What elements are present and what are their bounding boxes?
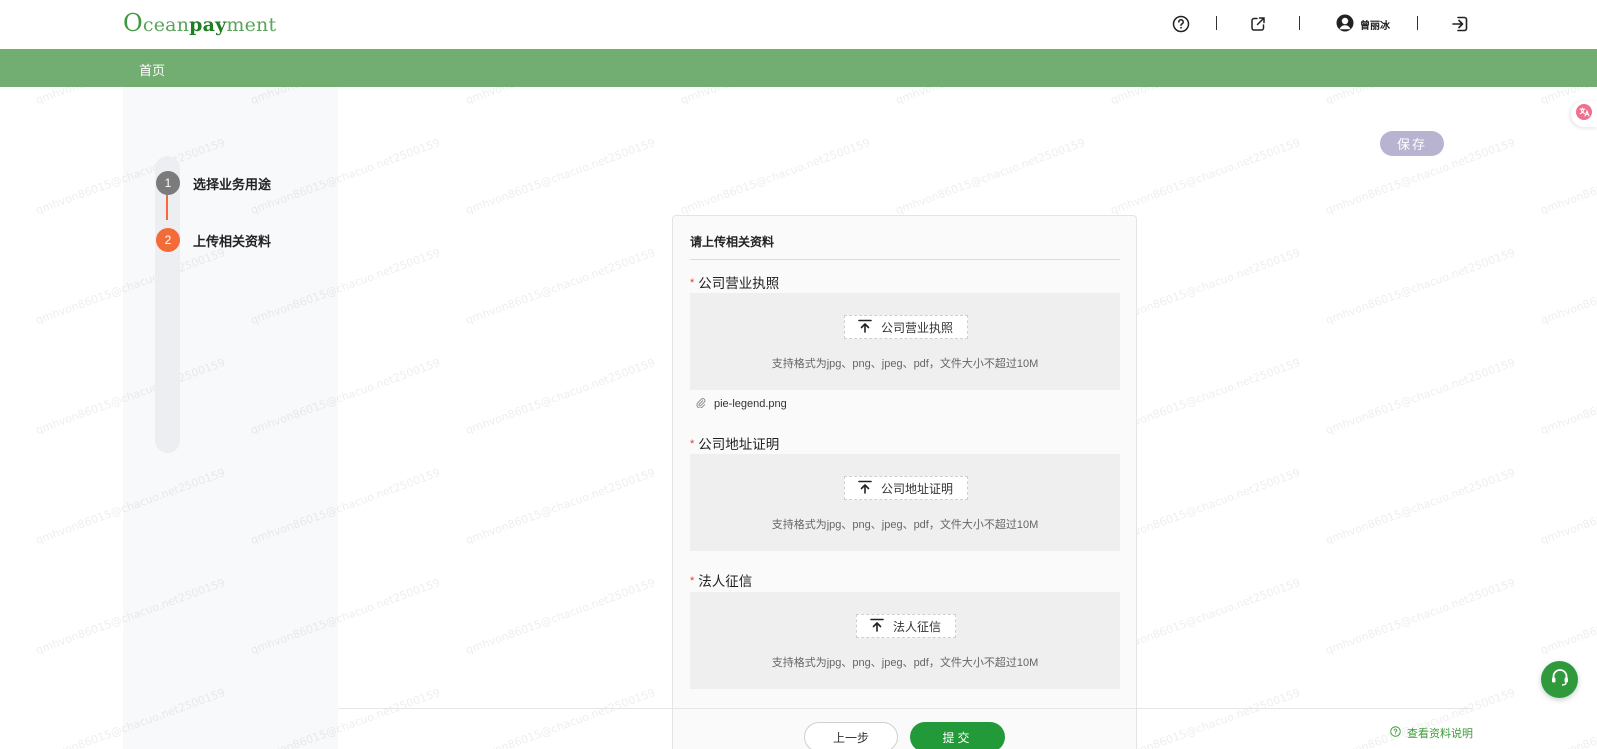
upload-button-legal-credit[interactable]: 法人征信 bbox=[856, 614, 957, 638]
upload-button-address-proof[interactable]: 公司地址证明 bbox=[844, 476, 969, 500]
top-header: Oceanpayment 曾丽冰 bbox=[0, 0, 1597, 49]
help-icon[interactable] bbox=[1170, 13, 1192, 35]
upload-icon bbox=[857, 318, 873, 337]
step-connector bbox=[166, 195, 168, 220]
upload-card: 请上传相关资料 * 公司营业执照 公司营业执照 支持格式为jpg、png、jpeg… bbox=[672, 215, 1137, 749]
step-label: 选择业务用途 bbox=[193, 176, 272, 192]
watermark-text: qmhvon86015@chacuo.net2500159 bbox=[1108, 136, 1302, 217]
field-label-legal-credit: * 法人征信 bbox=[690, 574, 753, 589]
oceanpayment-logo[interactable]: Oceanpayment bbox=[123, 9, 276, 37]
footer-divider bbox=[338, 708, 1473, 709]
main-nav: 首页 bbox=[0, 49, 1597, 87]
watermark-text: qmhvon86015@chacuo.net2500159 bbox=[463, 356, 657, 437]
view-docs-link[interactable]: 查看资料说明 bbox=[1390, 725, 1473, 741]
required-mark: * bbox=[690, 277, 695, 289]
nav-home[interactable]: 首页 bbox=[139, 60, 165, 79]
question-circle-icon bbox=[1390, 726, 1401, 740]
header-divider bbox=[1417, 16, 1418, 30]
step-1[interactable]: 1 选择业务用途 bbox=[156, 171, 271, 195]
watermark-text: qmhvon86015@chacuo.net2500159 bbox=[1538, 136, 1597, 217]
logout-icon[interactable] bbox=[1449, 13, 1471, 35]
user-menu[interactable]: 曾丽冰 bbox=[1336, 14, 1390, 35]
upload-icon bbox=[857, 479, 873, 498]
external-link-icon[interactable] bbox=[1247, 13, 1269, 35]
upload-hint: 支持格式为jpg、png、jpeg、pdf，文件大小不超过10M bbox=[771, 358, 1039, 370]
upload-hint: 支持格式为jpg、png、jpeg、pdf，文件大小不超过10M bbox=[771, 519, 1039, 531]
translate-icon bbox=[1575, 103, 1593, 126]
translate-tab[interactable] bbox=[1571, 101, 1597, 127]
watermark-text: qmhvon86015@chacuo.net2500159 bbox=[893, 136, 1087, 217]
watermark-text: qmhvon86015@chacuo.net2500159 bbox=[1323, 466, 1517, 547]
support-chat-button[interactable] bbox=[1541, 661, 1578, 698]
watermark-text: qmhvon86015@chacuo.net2500159 bbox=[678, 136, 872, 217]
watermark-text: qmhvon86015@chacuo.net2500159 bbox=[1108, 246, 1302, 327]
header-divider bbox=[1299, 16, 1300, 30]
watermark-text: qmhvon86015@chacuo.net2500159 bbox=[463, 136, 657, 217]
step-2[interactable]: 2 上传相关资料 bbox=[156, 228, 271, 252]
file-name: pie-legend.png bbox=[714, 398, 787, 410]
watermark-text: qmhvon86015@chacuo.net2500159 bbox=[463, 466, 657, 547]
card-divider bbox=[690, 259, 1120, 260]
watermark-text: qmhvon86015@chacuo.net2500159 bbox=[1323, 246, 1517, 327]
watermark-text: qmhvon86015@chacuo.net2500159 bbox=[1323, 576, 1517, 657]
watermark-text: qmhvon86015@chacuo.net2500159 bbox=[463, 686, 657, 749]
uploaded-file[interactable]: pie-legend.png bbox=[695, 397, 787, 411]
prev-step-button[interactable]: 上一步 bbox=[804, 722, 898, 749]
required-mark: * bbox=[690, 438, 695, 450]
watermark-text: qmhvon86015@chacuo.net2500159 bbox=[1538, 466, 1597, 547]
watermark-text: qmhvon86015@chacuo.net2500159 bbox=[463, 576, 657, 657]
step-number: 1 bbox=[156, 171, 180, 195]
save-button[interactable]: 保存 bbox=[1380, 131, 1444, 156]
watermark-text: qmhvon86015@chacuo.net2500159 bbox=[1538, 576, 1597, 657]
upload-icon bbox=[869, 617, 885, 636]
headset-icon bbox=[1549, 666, 1571, 693]
watermark-text: qmhvon86015@chacuo.net2500159 bbox=[1108, 576, 1302, 657]
field-label-address-proof: * 公司地址证明 bbox=[690, 437, 780, 452]
step-label: 上传相关资料 bbox=[193, 233, 272, 249]
avatar-icon bbox=[1336, 14, 1354, 35]
upload-zone-business-license[interactable]: 公司营业执照 支持格式为jpg、png、jpeg、pdf，文件大小不超过10M bbox=[690, 293, 1120, 390]
watermark-text: qmhvon86015@chacuo.net2500159 bbox=[1108, 686, 1302, 749]
required-mark: * bbox=[690, 575, 695, 587]
watermark-text: qmhvon86015@chacuo.net2500159 bbox=[1538, 356, 1597, 437]
watermark-text: qmhvon86015@chacuo.net2500159 bbox=[1323, 356, 1517, 437]
user-name: 曾丽冰 bbox=[1360, 21, 1390, 32]
paperclip-icon bbox=[695, 397, 706, 411]
watermark-text: qmhvon86015@chacuo.net2500159 bbox=[1538, 246, 1597, 327]
card-title: 请上传相关资料 bbox=[690, 235, 775, 249]
upload-button-business-license[interactable]: 公司营业执照 bbox=[844, 315, 969, 339]
field-label-business-license: * 公司营业执照 bbox=[690, 276, 780, 291]
upload-zone-legal-credit[interactable]: 法人征信 支持格式为jpg、png、jpeg、pdf，文件大小不超过10M bbox=[690, 592, 1120, 689]
submit-button[interactable]: 提交 bbox=[910, 722, 1005, 749]
step-number: 2 bbox=[156, 228, 180, 252]
upload-hint: 支持格式为jpg、png、jpeg、pdf，文件大小不超过10M bbox=[771, 657, 1039, 669]
upload-zone-address-proof[interactable]: 公司地址证明 支持格式为jpg、png、jpeg、pdf，文件大小不超过10M bbox=[690, 454, 1120, 551]
watermark-text: qmhvon86015@chacuo.net2500159 bbox=[463, 246, 657, 327]
watermark-text: qmhvon86015@chacuo.net2500159 bbox=[1108, 356, 1302, 437]
header-divider bbox=[1216, 16, 1217, 30]
watermark-text: qmhvon86015@chacuo.net2500159 bbox=[1108, 466, 1302, 547]
